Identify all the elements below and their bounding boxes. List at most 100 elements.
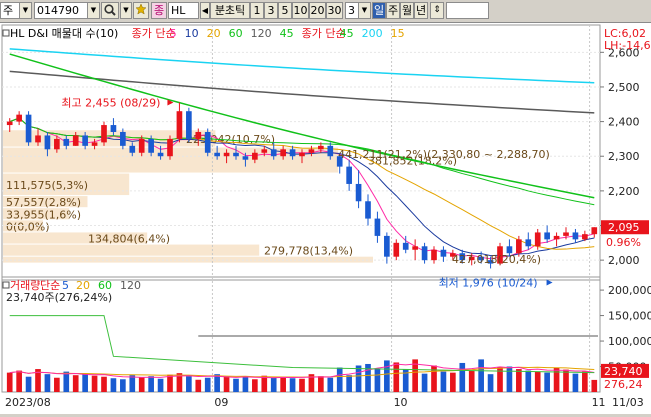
candle-body xyxy=(44,135,51,150)
volume-bar xyxy=(365,363,371,392)
volume-bar xyxy=(534,371,541,392)
candle-body xyxy=(63,138,70,146)
up-down-arrow-icon: ⇕ xyxy=(433,5,441,15)
candle-body xyxy=(365,201,371,219)
volume-bar xyxy=(261,375,268,392)
candle-body xyxy=(25,114,32,143)
candle-body xyxy=(374,218,381,236)
period-option-5[interactable]: 5 xyxy=(278,2,292,19)
candle-body xyxy=(223,152,230,157)
stock-code-input[interactable]: 014790 ▼ xyxy=(34,2,100,19)
candle-body xyxy=(421,246,428,261)
count-select-value: 3 xyxy=(348,4,355,17)
low-annotation: 최저 1,976 (10/24) xyxy=(439,276,538,289)
volume-bar xyxy=(91,375,98,392)
candle-body xyxy=(214,152,220,157)
price-tick-label: 2,500 xyxy=(608,81,640,94)
candle-body xyxy=(393,242,400,257)
volume-bar xyxy=(478,359,484,392)
price-legend-item: 15 xyxy=(391,27,405,40)
volume-bar xyxy=(223,376,230,392)
extra-input[interactable] xyxy=(446,2,489,19)
candle-body xyxy=(431,249,437,261)
prev-button[interactable]: ◀ xyxy=(200,2,210,19)
market-badge: 종 xyxy=(151,2,167,19)
price-legend-item: 5 xyxy=(170,27,177,40)
period-type-day[interactable]: 일 xyxy=(372,2,386,19)
volume-bar xyxy=(553,367,560,392)
volume-bar xyxy=(346,375,352,392)
volume-profile-label: 57,557(2,8%) xyxy=(6,196,81,209)
period-type-week[interactable]: 주 xyxy=(386,2,400,19)
last-volume-change-label: 276,24 xyxy=(604,378,643,391)
candle-body xyxy=(91,142,98,146)
candle-body xyxy=(591,227,598,235)
search-button[interactable] xyxy=(101,2,119,19)
market-select[interactable]: 주 ▼ xyxy=(0,2,32,19)
candle-body xyxy=(553,235,560,240)
candle-body xyxy=(176,111,183,139)
candle-body xyxy=(346,166,352,184)
period-option-20[interactable]: 20 xyxy=(309,2,326,19)
period-type-month[interactable]: 월 xyxy=(400,2,414,19)
chevron-down-icon: ▼ xyxy=(87,3,99,18)
volume-bar xyxy=(157,378,164,392)
candle-body xyxy=(72,135,79,146)
date-label: 11/03 xyxy=(612,396,644,409)
candle-body xyxy=(402,242,409,250)
date-label: 09 xyxy=(214,396,228,409)
price-legend-item: 45 xyxy=(340,27,354,40)
period-option-3[interactable]: 3 xyxy=(264,2,278,19)
price-legend-item: 20 xyxy=(207,27,221,40)
volume-bar xyxy=(120,379,126,392)
period-option-30[interactable]: 30 xyxy=(326,2,343,19)
candle-body xyxy=(412,246,418,250)
volume-bar xyxy=(186,376,192,392)
candle-body xyxy=(318,145,324,150)
volume-bar xyxy=(421,373,428,392)
price-legend-item: 10 xyxy=(185,27,199,40)
volume-profile-label: 111,575(5,3%) xyxy=(6,179,88,192)
candle-body xyxy=(6,121,13,126)
toolbar: 주 ▼ 014790 ▼ ▼ 종 HL 매 ◀ 분초틱 1 3 5 10 20 … xyxy=(0,0,651,23)
volume-tick-label: 150,000 xyxy=(608,310,651,323)
candle-body xyxy=(440,249,447,257)
volume-bar xyxy=(487,374,494,392)
candle-body xyxy=(120,131,126,146)
candle-body xyxy=(516,239,522,254)
candle-body xyxy=(384,235,390,257)
sort-button[interactable]: ⇕ xyxy=(430,2,444,19)
period-type-year[interactable]: 년 xyxy=(414,2,428,19)
volume-bar xyxy=(450,372,456,392)
period-label[interactable]: 분초틱 xyxy=(210,2,250,19)
last-volume-label: 23,740 xyxy=(604,365,643,378)
stock-name-field: HL 매 xyxy=(168,2,199,19)
favorite-button[interactable] xyxy=(133,2,149,19)
candle-body xyxy=(101,125,107,143)
volume-bar xyxy=(63,371,70,392)
candle-body xyxy=(233,152,239,157)
price-tick-label: 2,200 xyxy=(608,185,640,198)
volume-profile-annotation: 441,211(21,2%)(2,330,80 ~ 2,288,70) xyxy=(338,148,550,161)
volume-profile-label: 0(0,0%) xyxy=(6,220,50,233)
volume-bar xyxy=(327,377,334,392)
volume-bar xyxy=(572,373,579,392)
price-legend-item: HL D&I 매물대 수(10) xyxy=(10,27,118,40)
volume-bar xyxy=(506,366,513,392)
volume-bar xyxy=(138,377,145,392)
count-select[interactable]: 3 ▼ xyxy=(345,2,371,19)
volume-bar xyxy=(355,365,362,392)
volume-bar xyxy=(440,371,447,392)
candle-body xyxy=(242,156,249,160)
date-label: 2023/08 xyxy=(5,396,51,409)
period-option-1[interactable]: 1 xyxy=(250,2,264,19)
candle-body xyxy=(582,234,588,240)
menu-button[interactable]: ▼ xyxy=(120,2,132,19)
stock-chart[interactable]: 279,778(13,4%) 134,804(6,4%) 0(0,0%) 33,955… xyxy=(0,23,651,414)
volume-bar xyxy=(110,378,117,392)
volume-bar xyxy=(374,368,381,392)
price-tick-label: 2,400 xyxy=(608,116,640,129)
period-option-10[interactable]: 10 xyxy=(292,2,309,19)
volume-bar xyxy=(195,379,202,392)
candle-body xyxy=(167,138,173,157)
